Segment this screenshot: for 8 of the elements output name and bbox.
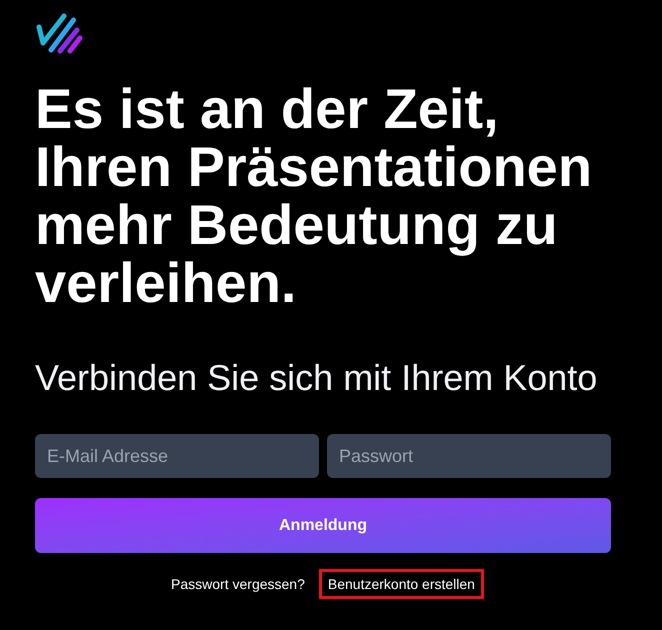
logo-icon	[35, 12, 85, 54]
input-field[interactable]: E-Mail Adresse	[35, 434, 319, 478]
login-button[interactable]: Anmeldung	[35, 498, 611, 553]
forgot-password-link[interactable]: Passwort vergessen?	[162, 569, 314, 599]
input-field[interactable]: Passwort	[327, 434, 611, 478]
headline: Es ist an der Zeit, Ihren Präsentationen mehr Bedeutung zu verleihen.	[35, 80, 594, 312]
create-account-link[interactable]: Benutzerkonto erstellen	[318, 569, 484, 599]
subtitle: Verbinden Sie sich mit Ihrem Konto	[35, 356, 598, 399]
